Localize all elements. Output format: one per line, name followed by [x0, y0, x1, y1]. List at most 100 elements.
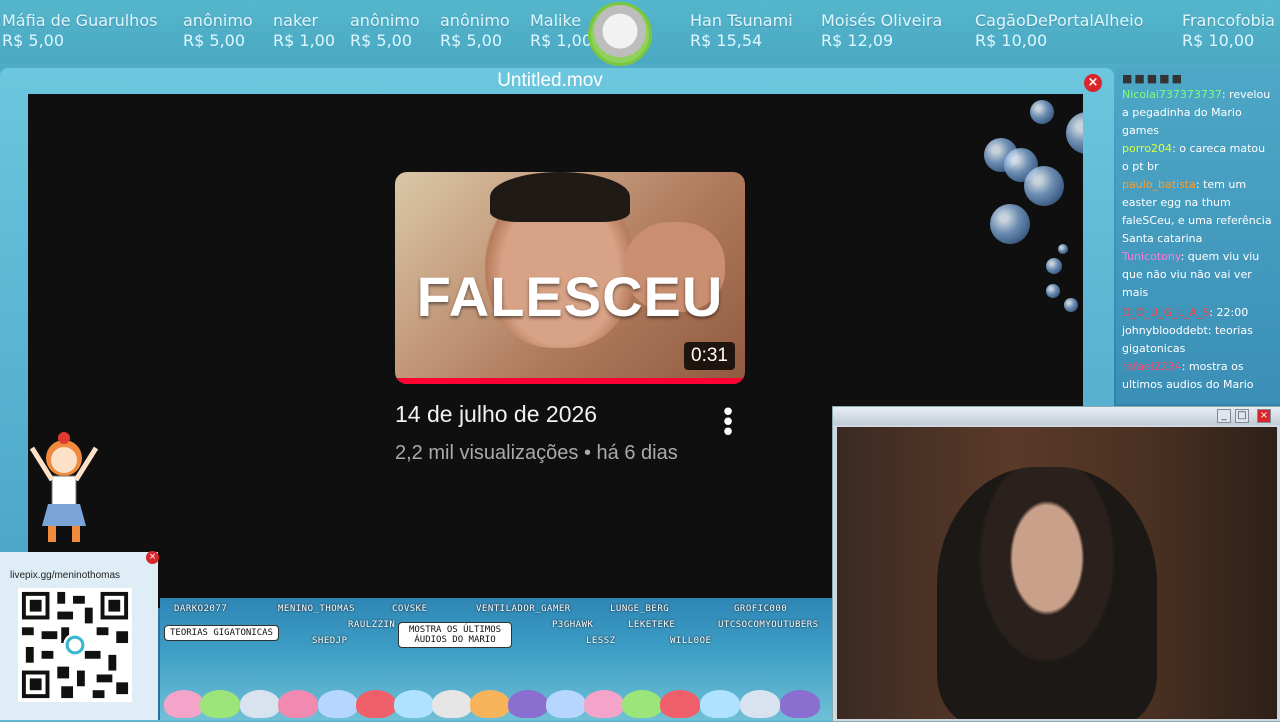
donation-item: anônimo R$ 5,00 — [440, 10, 510, 50]
donor-name: naker — [273, 11, 319, 30]
donation-item: Moisés Oliveira R$ 12,09 — [821, 10, 942, 50]
chat-username[interactable]: porro204 — [1122, 142, 1172, 155]
slime-character — [278, 690, 318, 718]
chat-message: rafael2234: mostra os ultimos audios do … — [1122, 360, 1254, 391]
donation-amount: R$ 10,00 — [975, 31, 1048, 50]
watch-progress-bar — [395, 378, 745, 384]
player-title: Untitled.mov — [497, 70, 603, 91]
slime-character — [780, 690, 820, 718]
thumbnail-hair — [490, 172, 630, 222]
chat-username[interactable]: johnyblooddebt — [1122, 324, 1208, 337]
chat-message: Tunicotony: quem viu viu que não viu não… — [1122, 250, 1260, 299]
bubble-decoration — [1064, 298, 1078, 312]
close-button[interactable]: × — [146, 551, 159, 564]
close-button[interactable]: × — [1257, 409, 1271, 423]
video-title[interactable]: 14 de julho de 2026 — [395, 401, 597, 428]
chat-username[interactable]: rafael2234 — [1122, 360, 1182, 373]
chat-username[interactable]: paulo_batista — [1122, 178, 1196, 191]
donation-amount: R$ 5,00 — [440, 31, 503, 50]
donor-name: Han Tsunami — [690, 11, 793, 30]
bubble-decoration — [1066, 112, 1083, 154]
donor-name: anônimo — [440, 11, 510, 30]
donation-amount: R$ 10,00 — [1182, 31, 1255, 50]
chat-message: johnyblooddebt: teorias gigatonicas — [1122, 324, 1253, 355]
chat-message: D_O_U_G_L_A_S: 22:00 — [1122, 306, 1249, 319]
slime-character — [508, 690, 548, 718]
thumbnail-caption: FALESCEU — [416, 265, 724, 328]
chat-badges: ■■■■■ — [1122, 72, 1184, 85]
slime-character — [584, 690, 624, 718]
slime-character — [470, 690, 510, 718]
donation-amount: R$ 1,00 — [530, 31, 593, 50]
donation-amount: R$ 5,00 — [350, 31, 413, 50]
viewer-name: SHEDJP — [312, 636, 348, 646]
viewer-name: GROFIC000 — [734, 604, 788, 614]
bubble-decoration — [990, 204, 1030, 244]
video-thumbnail[interactable]: FALESCEU 0:31 — [395, 172, 745, 384]
donor-name: Malike — [530, 11, 582, 30]
chat-username[interactable]: Nicolai737373737 — [1122, 88, 1222, 101]
more-options-icon[interactable]: • • • — [718, 400, 738, 446]
chat-panel: ■■■■■ Nicolai737373737: revelou a pegadi… — [1116, 68, 1280, 404]
chat-tag: MOSTRA OS ÚLTIMOS ÁUDIOS DO MARIO — [398, 622, 512, 648]
donation-item: CagãoDePortalAlheio R$ 10,00 — [975, 10, 1143, 50]
webcam-titlebar[interactable]: _ □ × — [833, 407, 1280, 425]
slime-character — [164, 690, 204, 718]
donor-name: Máfia de Guarulhos — [2, 11, 158, 30]
bubble-decoration — [1046, 284, 1060, 298]
chat-message: paulo_batista: tem um easter egg na thum… — [1122, 178, 1272, 245]
viewer-name: COVSKE — [392, 604, 428, 614]
anime-mascot — [29, 432, 99, 542]
viewer-name: DARKO2077 — [174, 604, 228, 614]
webcam-window: _ □ × — [832, 406, 1280, 722]
viewer-name: MENINO_THOMAS — [278, 604, 355, 614]
viewer-name: LUNGE_BERG — [610, 604, 670, 614]
webcam-feed — [837, 427, 1277, 719]
streamer — [937, 467, 1157, 719]
donation-item: Máfia de Guarulhos R$ 5,00 — [2, 10, 157, 50]
viewer-name: UTCSOCOMYOUTUBERS — [718, 620, 819, 630]
donation-amount: R$ 5,00 — [183, 31, 246, 50]
bubble-decoration — [1058, 244, 1068, 254]
viewer-name: VENTILADOR_GAMER — [476, 604, 571, 614]
maximize-button[interactable]: □ — [1235, 409, 1249, 423]
viewer-names-overlay: DARKO2077 MENINO_THOMAS COVSKE VENTILADO… — [160, 598, 832, 720]
slime-character — [432, 690, 472, 718]
minimize-button[interactable]: _ — [1217, 409, 1231, 423]
slime-character — [318, 690, 358, 718]
duration-badge: 0:31 — [684, 342, 735, 370]
chat-username[interactable]: D_O_U_G_L_A_S — [1122, 306, 1209, 319]
viewer-name: LEKETEKE — [628, 620, 676, 630]
donor-name: CagãoDePortalAlheio — [975, 11, 1144, 30]
slime-character — [240, 690, 280, 718]
slime-character — [660, 690, 700, 718]
donation-item: anônimo R$ 5,00 — [350, 10, 420, 50]
livepix-url: livepix.gg/meninothomas — [10, 570, 121, 581]
chat-tag: TEORIAS GIGATONICAS — [164, 625, 279, 641]
slime-character — [740, 690, 780, 718]
slime-character — [356, 690, 396, 718]
close-button[interactable]: × — [1084, 74, 1102, 92]
donation-item: anônimo R$ 5,00 — [183, 10, 253, 50]
chat-text: 22:00 — [1216, 306, 1249, 319]
viewer-name: RAULZZIN — [348, 620, 396, 630]
chat-username[interactable]: Tunicotony — [1122, 250, 1181, 263]
viewer-name: LESSZ — [586, 636, 616, 646]
viewer-name: WILL0OE — [670, 636, 712, 646]
qr-code[interactable] — [18, 588, 132, 702]
slime-character — [700, 690, 740, 718]
slime-character — [622, 690, 662, 718]
chat-tag-line: MOSTRA OS ÚLTIMOS — [408, 625, 502, 635]
donation-amount: R$ 15,54 — [690, 31, 763, 50]
video-meta: 2,2 mil visualizações • há 6 dias — [395, 442, 678, 464]
bubble-decoration — [1046, 258, 1062, 274]
donation-amount: R$ 12,09 — [821, 31, 894, 50]
donation-amount: R$ 1,00 — [273, 31, 336, 50]
donor-name: anônimo — [183, 11, 253, 30]
donor-name: anônimo — [350, 11, 420, 30]
donation-item: Han Tsunami R$ 15,54 — [690, 10, 793, 50]
viewer-name: P3GHAWK — [552, 620, 594, 630]
chat-tag-line: ÁUDIOS DO MARIO — [414, 635, 496, 645]
bubble-decoration — [1030, 100, 1054, 124]
donation-item: Malike R$ 1,00 — [530, 10, 592, 50]
